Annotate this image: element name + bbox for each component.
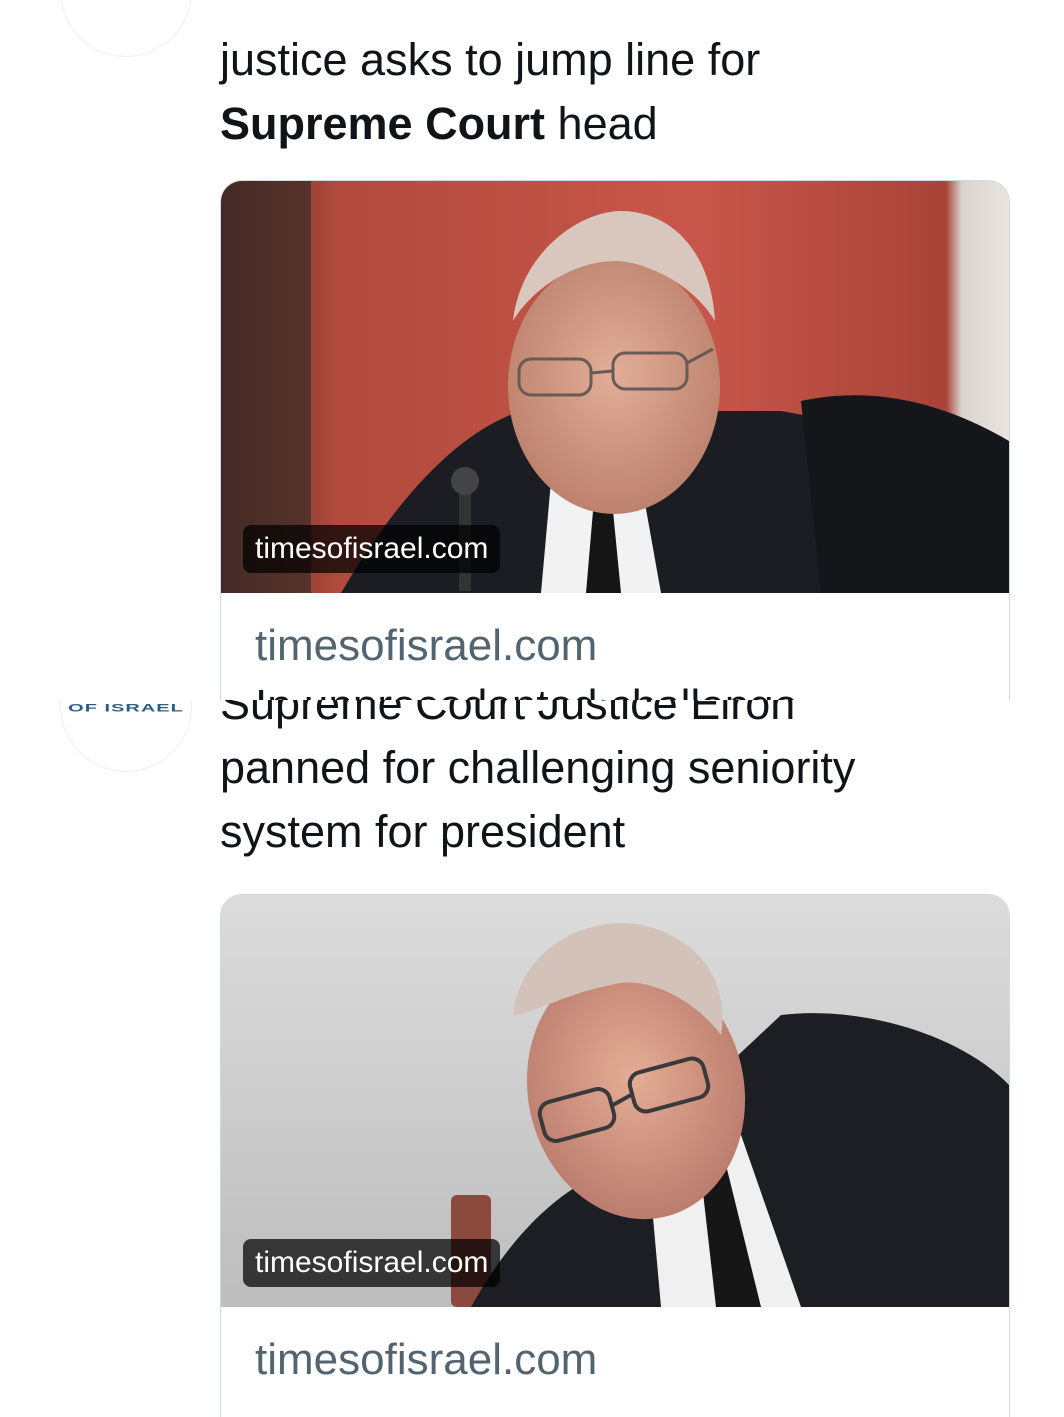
avatar[interactable]	[60, 0, 192, 57]
domain-badge: timesofisrael.com	[243, 1239, 501, 1287]
article-photo[interactable]: timesofisrael.com	[221, 181, 1009, 593]
link-card[interactable]: timesofisrael.com timesofisrael.com	[220, 894, 1010, 1417]
avatar-logo-text: OF ISRAEL	[68, 702, 184, 715]
headline-cut-line: Supreme Court Justice Elron	[220, 700, 796, 729]
headline-line-1: panned for challenging seniority	[220, 742, 856, 793]
article-photo[interactable]: timesofisrael.com	[221, 895, 1009, 1307]
tweet-headline: justice asks to jump line for Supreme Co…	[220, 28, 1010, 156]
card-domain: timesofisrael.com	[255, 621, 598, 670]
link-card[interactable]: timesofisrael.com timesofisrael.com In u…	[220, 180, 1010, 702]
tweet-headline: Supreme Court Justice Elron panned for c…	[220, 700, 1010, 864]
avatar[interactable]: OF ISRAEL	[60, 700, 192, 772]
card-domain: timesofisrael.com	[255, 1335, 598, 1384]
headline-text-end: head	[545, 98, 658, 149]
headline-text: justice asks to jump line for	[220, 34, 761, 85]
headline-line-2: system for president	[220, 806, 626, 857]
card-description: In unprecedented challenge	[255, 681, 798, 702]
domain-badge: timesofisrael.com	[243, 525, 501, 573]
tweet-panel-1: justice asks to jump line for Supreme Co…	[0, 0, 1064, 702]
tweet-panel-2: OF ISRAEL Supreme Court Justice Elron pa…	[0, 700, 1064, 1417]
headline-bold: Supreme Court	[220, 98, 546, 149]
